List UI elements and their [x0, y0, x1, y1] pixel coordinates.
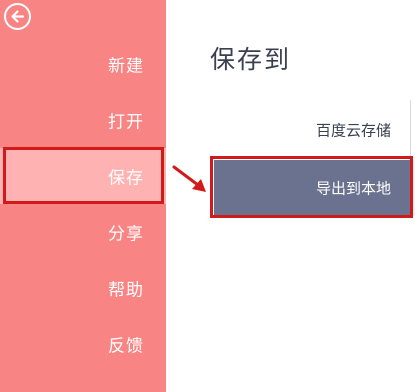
option-baidu-cloud[interactable]: 百度云存储 [214, 102, 411, 158]
sidebar-item-label: 帮助 [108, 280, 144, 301]
back-button[interactable] [4, 3, 31, 30]
sidebar-item-help[interactable]: 帮助 [0, 260, 166, 316]
sidebar-item-label: 保存 [108, 168, 144, 189]
option-label: 百度云存储 [315, 121, 391, 140]
sidebar-item-open[interactable]: 打开 [0, 92, 166, 148]
divider [411, 160, 415, 216]
option-label: 导出到本地 [315, 179, 391, 198]
sidebar-item-share[interactable]: 分享 [0, 204, 166, 260]
sidebar: 新建 打开 保存 分享 帮助 反馈 [0, 0, 166, 392]
back-arrow-icon [11, 10, 25, 23]
sidebar-item-label: 打开 [108, 112, 144, 133]
sidebar-item-feedback[interactable]: 反馈 [0, 316, 166, 372]
sidebar-item-label: 反馈 [108, 336, 144, 357]
sidebar-item-save[interactable]: 保存 [0, 148, 166, 204]
sidebar-item-label: 分享 [108, 224, 144, 245]
red-arrow-icon [172, 165, 206, 192]
option-export-local[interactable]: 导出到本地 [214, 160, 411, 216]
page-title: 保存到 [210, 45, 292, 74]
sidebar-item-new[interactable]: 新建 [0, 36, 166, 92]
sidebar-item-label: 新建 [108, 56, 144, 77]
